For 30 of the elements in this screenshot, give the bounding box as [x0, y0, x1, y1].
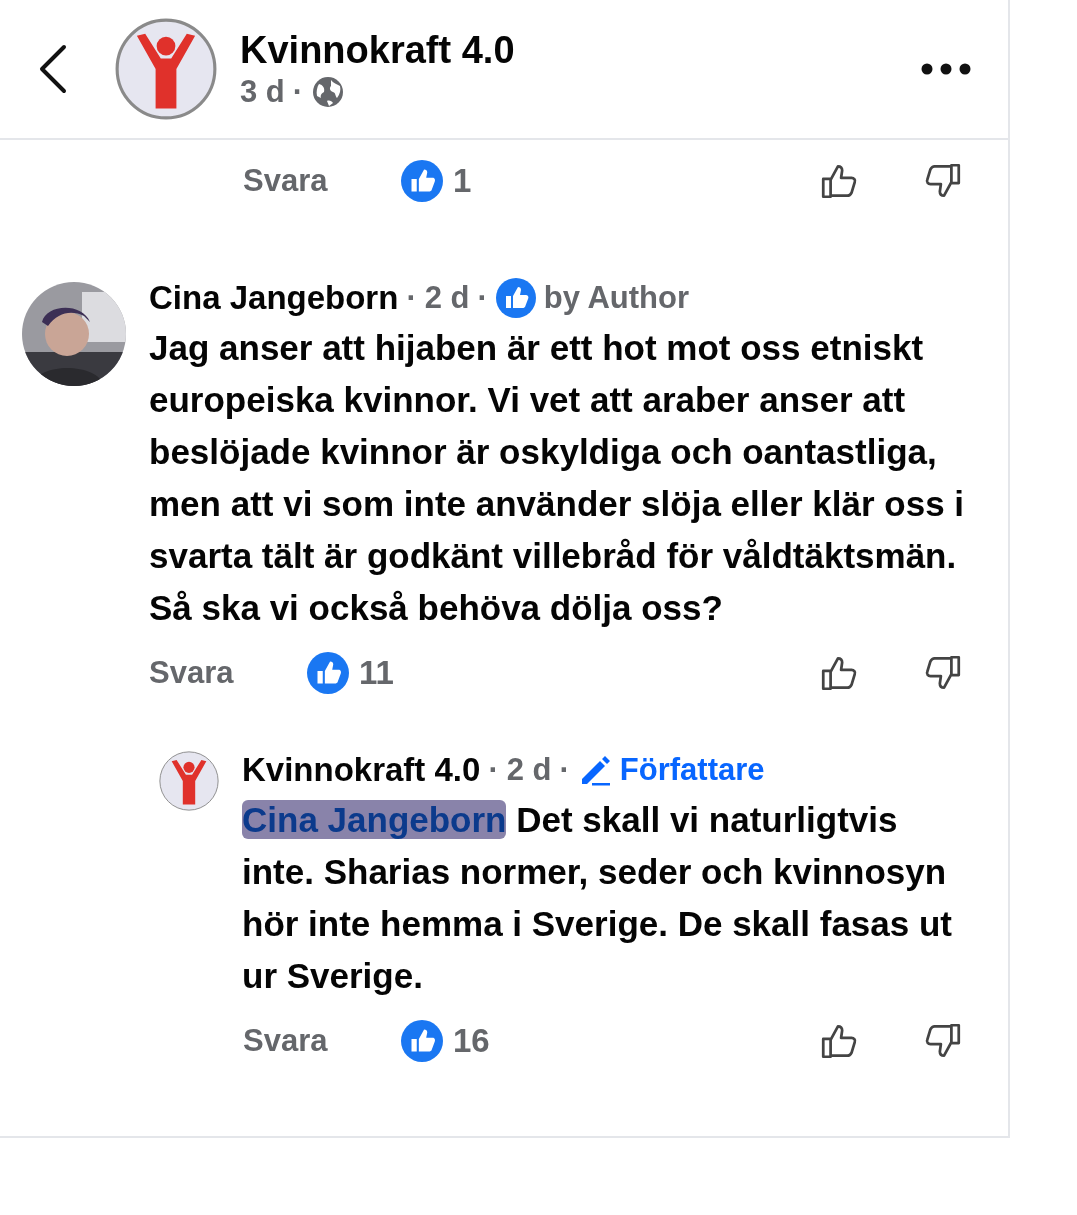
author-name[interactable]: Cina Jangeborn	[149, 279, 399, 317]
separator-dot: ·	[292, 73, 304, 110]
author-label: Författare	[619, 752, 765, 788]
reply-link[interactable]: Svara	[149, 655, 307, 691]
more-options-icon[interactable]	[920, 62, 972, 76]
mention-link[interactable]: Cina Jangeborn	[242, 800, 507, 839]
page-logo-icon	[114, 17, 218, 121]
author-label: by Author	[543, 280, 690, 316]
like-icon	[401, 1020, 443, 1062]
like-count: 16	[453, 1022, 490, 1060]
post-time: 3 d	[240, 73, 285, 110]
separator-dot: ·	[406, 280, 417, 316]
separator-dot: ·	[477, 280, 488, 316]
separator-dot: ·	[559, 752, 570, 788]
like-icon	[495, 278, 536, 318]
separator-dot: ·	[488, 752, 499, 788]
comment-text: Cina Jangeborn Det skall vi naturligtvis inte. Sharias normer, seder och kvinnosyn hör inte hemma i Sverige. De skall fasas ut ur Sverige.	[242, 799, 953, 997]
author-name[interactable]: Kvinnokraft 4.0	[242, 751, 481, 789]
like-count: 1	[453, 162, 472, 200]
comment-time: 2 d	[424, 280, 470, 316]
comment-text: Jag anser att hijaben är ett hot mot oss etniskt europeiska kvinnor. Vi vet att araber anser att beslöjade kvinnor är oskyldiga och oantastliga, men att vi som inte använder slöja eller klär oss i svarta tält är godkänt villebråd för våldtäktsmän. Så ska vi också behöva dölja oss?	[149, 327, 966, 629]
like-count: 11	[359, 654, 394, 692]
comment-time: 2 d	[506, 752, 552, 788]
like-icon	[401, 160, 443, 202]
like-icon	[307, 652, 349, 694]
page-logo-icon	[158, 750, 220, 812]
reply-link[interactable]: Svara	[243, 163, 401, 199]
reply-link[interactable]: Svara	[243, 1023, 401, 1059]
page-name[interactable]: Kvinnokraft 4.0	[240, 28, 920, 72]
globe-icon	[311, 74, 346, 109]
